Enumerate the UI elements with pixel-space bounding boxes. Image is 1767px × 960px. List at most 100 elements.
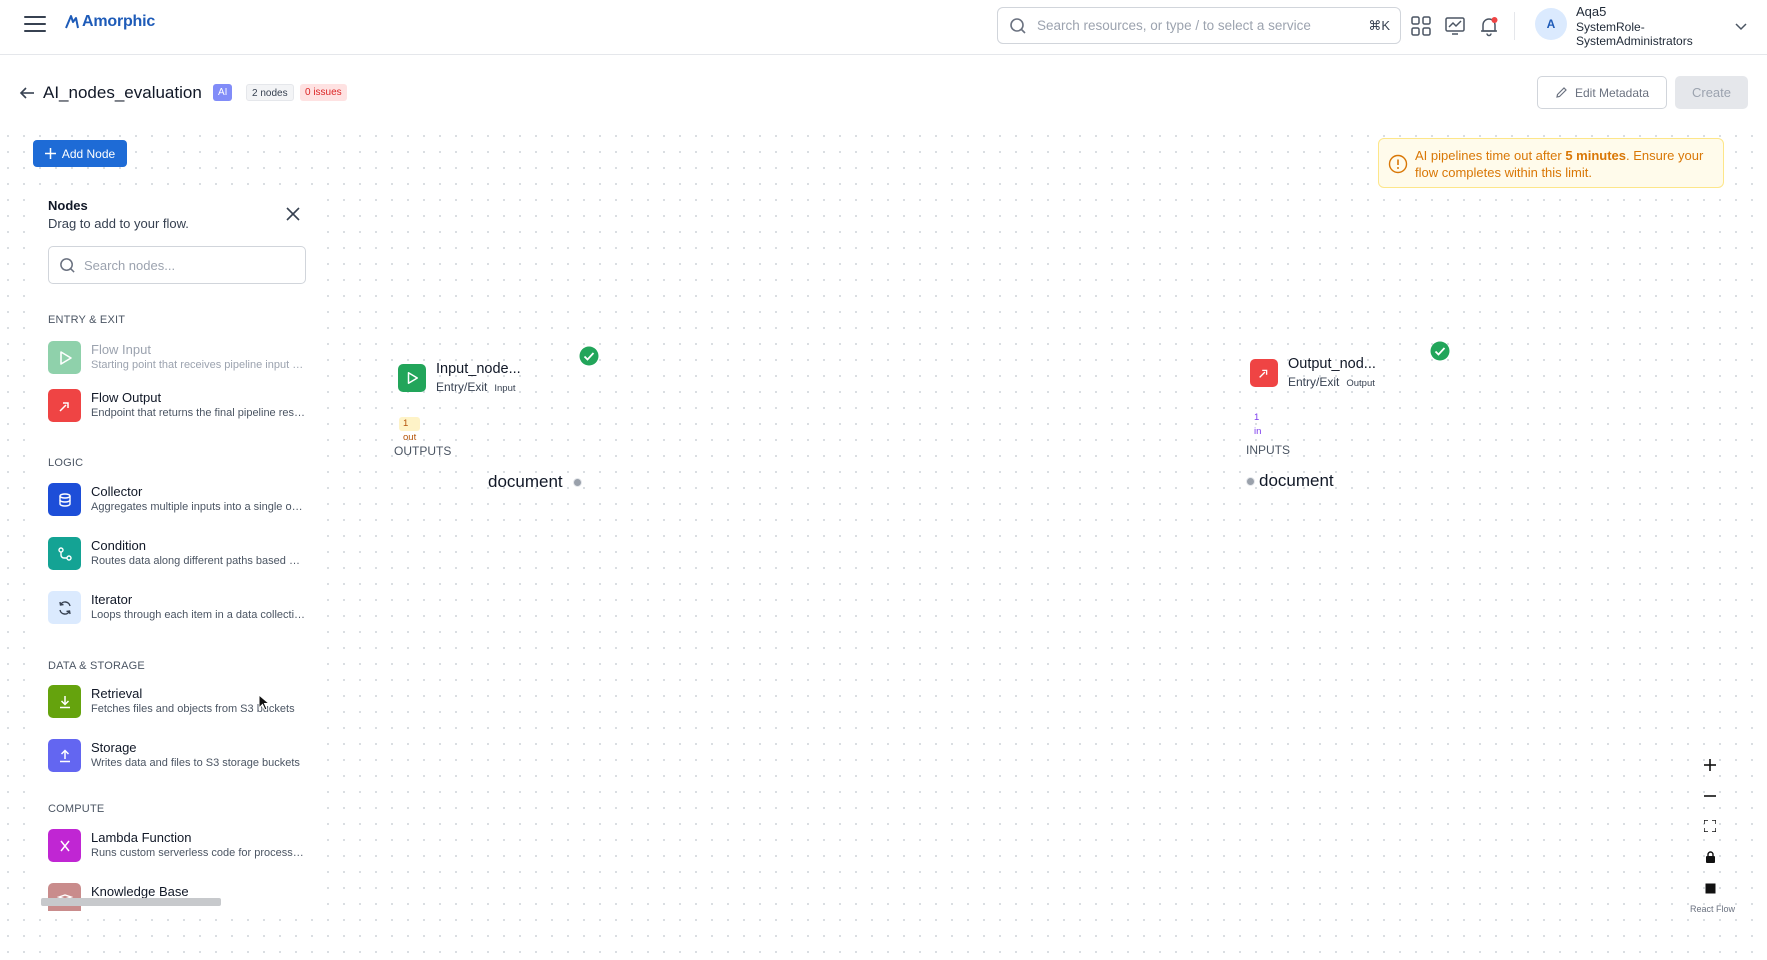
node-search-input[interactable] bbox=[84, 257, 305, 273]
category-data-storage: DATA & STORAGE bbox=[48, 660, 145, 672]
nodes-panel: Nodes Drag to add to your flow. ENTRY & … bbox=[33, 186, 313, 911]
global-search[interactable]: ⌘K bbox=[997, 7, 1401, 44]
outputs-label: OUTPUTS bbox=[394, 444, 452, 458]
node-item-desc: Fetches files and objects from S3 bucket… bbox=[91, 703, 295, 715]
node-item-iterator[interactable]: Iterator Loops through each item in a da… bbox=[48, 588, 313, 628]
search-shortcut: ⌘K bbox=[1368, 17, 1390, 33]
check-circle-icon bbox=[579, 346, 599, 366]
timeout-warning: AI pipelines time out after 5 minutes. E… bbox=[1378, 138, 1724, 188]
warning-icon bbox=[1388, 154, 1408, 174]
logo-text: Amorphic bbox=[82, 13, 156, 30]
node-item-retrieval[interactable]: Retrieval Fetches files and objects from… bbox=[48, 682, 313, 722]
node-search[interactable] bbox=[48, 246, 306, 284]
avatar[interactable]: A bbox=[1535, 8, 1567, 40]
back-arrow-icon[interactable] bbox=[18, 84, 36, 102]
node-item-title: Collector bbox=[91, 484, 143, 499]
node-item-title: Iterator bbox=[91, 592, 133, 607]
exit-arrow-icon bbox=[1250, 359, 1278, 387]
global-search-input[interactable] bbox=[1037, 18, 1369, 33]
output-count-badge: 1 out bbox=[399, 417, 421, 443]
zoom-in-icon[interactable] bbox=[1700, 755, 1720, 775]
create-button[interactable]: Create bbox=[1675, 76, 1748, 109]
panel-scrollbar[interactable] bbox=[41, 898, 221, 906]
node-item-desc: Runs custom serverless code for processi… bbox=[91, 847, 306, 859]
input-count-badge: 1 in bbox=[1254, 412, 1262, 437]
panel-subtitle: Drag to add to your flow. bbox=[48, 216, 189, 231]
user-role: SystemRole-SystemAdministrators bbox=[1576, 20, 1693, 48]
node-item-desc: Endpoint that returns the final pipeline… bbox=[91, 407, 306, 419]
amorphic-logo-icon bbox=[65, 15, 79, 29]
node-item-flow-output[interactable]: Flow Output Endpoint that returns the fi… bbox=[48, 386, 313, 426]
search-icon bbox=[1010, 17, 1026, 34]
play-icon bbox=[398, 364, 426, 392]
branch-icon bbox=[48, 537, 81, 570]
user-name: Aqa5 bbox=[1576, 4, 1607, 19]
minimap-toggle-icon[interactable] bbox=[1700, 878, 1720, 898]
output-node-category: Entry/Exit Output bbox=[1288, 375, 1375, 389]
node-item-desc: Routes data along different paths based … bbox=[91, 555, 306, 567]
input-node-category: Entry/Exit Input bbox=[436, 380, 516, 394]
node-item-title: Knowledge Base bbox=[91, 884, 189, 899]
menu-icon[interactable] bbox=[24, 16, 46, 34]
node-item-storage[interactable]: Storage Writes data and files to S3 stor… bbox=[48, 736, 313, 776]
node-item-title: Flow Input bbox=[91, 342, 151, 357]
node-count-badge: 2 nodes bbox=[246, 84, 294, 101]
node-item-desc: Aggregates multiple inputs into a single… bbox=[91, 501, 306, 513]
play-icon bbox=[48, 341, 81, 374]
chevron-down-icon[interactable] bbox=[1734, 19, 1748, 33]
node-item-knowledge-base[interactable]: Knowledge Base bbox=[48, 880, 313, 911]
input-port-label: document bbox=[1259, 471, 1334, 490]
refresh-icon bbox=[48, 591, 81, 624]
page-title: AI_nodes_evaluation bbox=[43, 83, 202, 102]
node-item-condition[interactable]: Condition Routes data along different pa… bbox=[48, 534, 313, 574]
output-port-handle[interactable] bbox=[573, 478, 582, 487]
category-logic: LOGIC bbox=[48, 457, 84, 469]
zoom-out-icon[interactable] bbox=[1700, 786, 1720, 806]
download-icon bbox=[48, 685, 81, 718]
search-icon bbox=[60, 257, 75, 273]
pencil-icon bbox=[1556, 87, 1567, 98]
node-item-title: Flow Output bbox=[91, 390, 162, 405]
apps-grid-icon[interactable] bbox=[1410, 15, 1432, 37]
node-item-title: Retrieval bbox=[91, 686, 143, 701]
warning-text: AI pipelines time out after 5 minutes. E… bbox=[1415, 148, 1704, 180]
edit-metadata-label: Edit Metadata bbox=[1574, 85, 1650, 100]
upload-icon bbox=[48, 739, 81, 772]
close-icon[interactable] bbox=[285, 206, 301, 222]
issues-badge: 0 issues bbox=[300, 84, 347, 101]
panel-title: Nodes bbox=[48, 198, 88, 213]
add-node-label: Add Node bbox=[61, 146, 116, 161]
output-port-label: document bbox=[488, 472, 563, 491]
mouse-cursor-icon bbox=[258, 694, 270, 711]
output-node-name: Output_nod... bbox=[1288, 356, 1376, 372]
user-info[interactable]: Aqa5 SystemRole-SystemAdministrators bbox=[1576, 4, 1726, 49]
input-port-handle[interactable] bbox=[1246, 477, 1255, 486]
lambda-icon bbox=[48, 829, 81, 862]
ai-badge: AI bbox=[213, 84, 233, 101]
input-node-name: Input_node... bbox=[436, 361, 521, 377]
lock-icon[interactable] bbox=[1700, 847, 1720, 867]
inputs-label: INPUTS bbox=[1246, 443, 1291, 457]
add-node-button[interactable]: Add Node bbox=[33, 140, 127, 167]
page-header: AI_nodes_evaluation AI 2 nodes 0 issues … bbox=[0, 56, 1767, 128]
top-bar: Amorphic ⌘K A Aqa5 SystemRole-SystemAdmi… bbox=[0, 0, 1767, 55]
category-entry-exit: ENTRY & EXIT bbox=[48, 314, 126, 326]
node-item-desc: Writes data and files to S3 storage buck… bbox=[91, 757, 300, 769]
node-item-lambda-function[interactable]: Lambda Function Runs custom serverless c… bbox=[48, 826, 313, 866]
check-circle-icon bbox=[1430, 341, 1450, 361]
plus-icon bbox=[44, 148, 56, 159]
edit-metadata-button[interactable]: Edit Metadata bbox=[1537, 76, 1667, 109]
node-item-desc: Loops through each item in a data collec… bbox=[91, 609, 306, 621]
node-item-flow-input[interactable]: Flow Input Starting point that receives … bbox=[48, 338, 313, 378]
exit-arrow-icon bbox=[48, 389, 81, 422]
category-compute: COMPUTE bbox=[48, 803, 105, 815]
book-icon bbox=[48, 883, 81, 911]
node-item-title: Condition bbox=[91, 538, 146, 553]
notifications-bell-icon[interactable] bbox=[1478, 15, 1500, 37]
react-flow-attribution[interactable]: React Flow bbox=[1690, 904, 1735, 914]
logo[interactable]: Amorphic bbox=[64, 13, 155, 31]
node-item-title: Lambda Function bbox=[91, 830, 192, 845]
fit-view-icon[interactable] bbox=[1700, 816, 1720, 836]
monitoring-icon[interactable] bbox=[1444, 15, 1466, 37]
node-item-collector[interactable]: Collector Aggregates multiple inputs int… bbox=[48, 480, 313, 520]
